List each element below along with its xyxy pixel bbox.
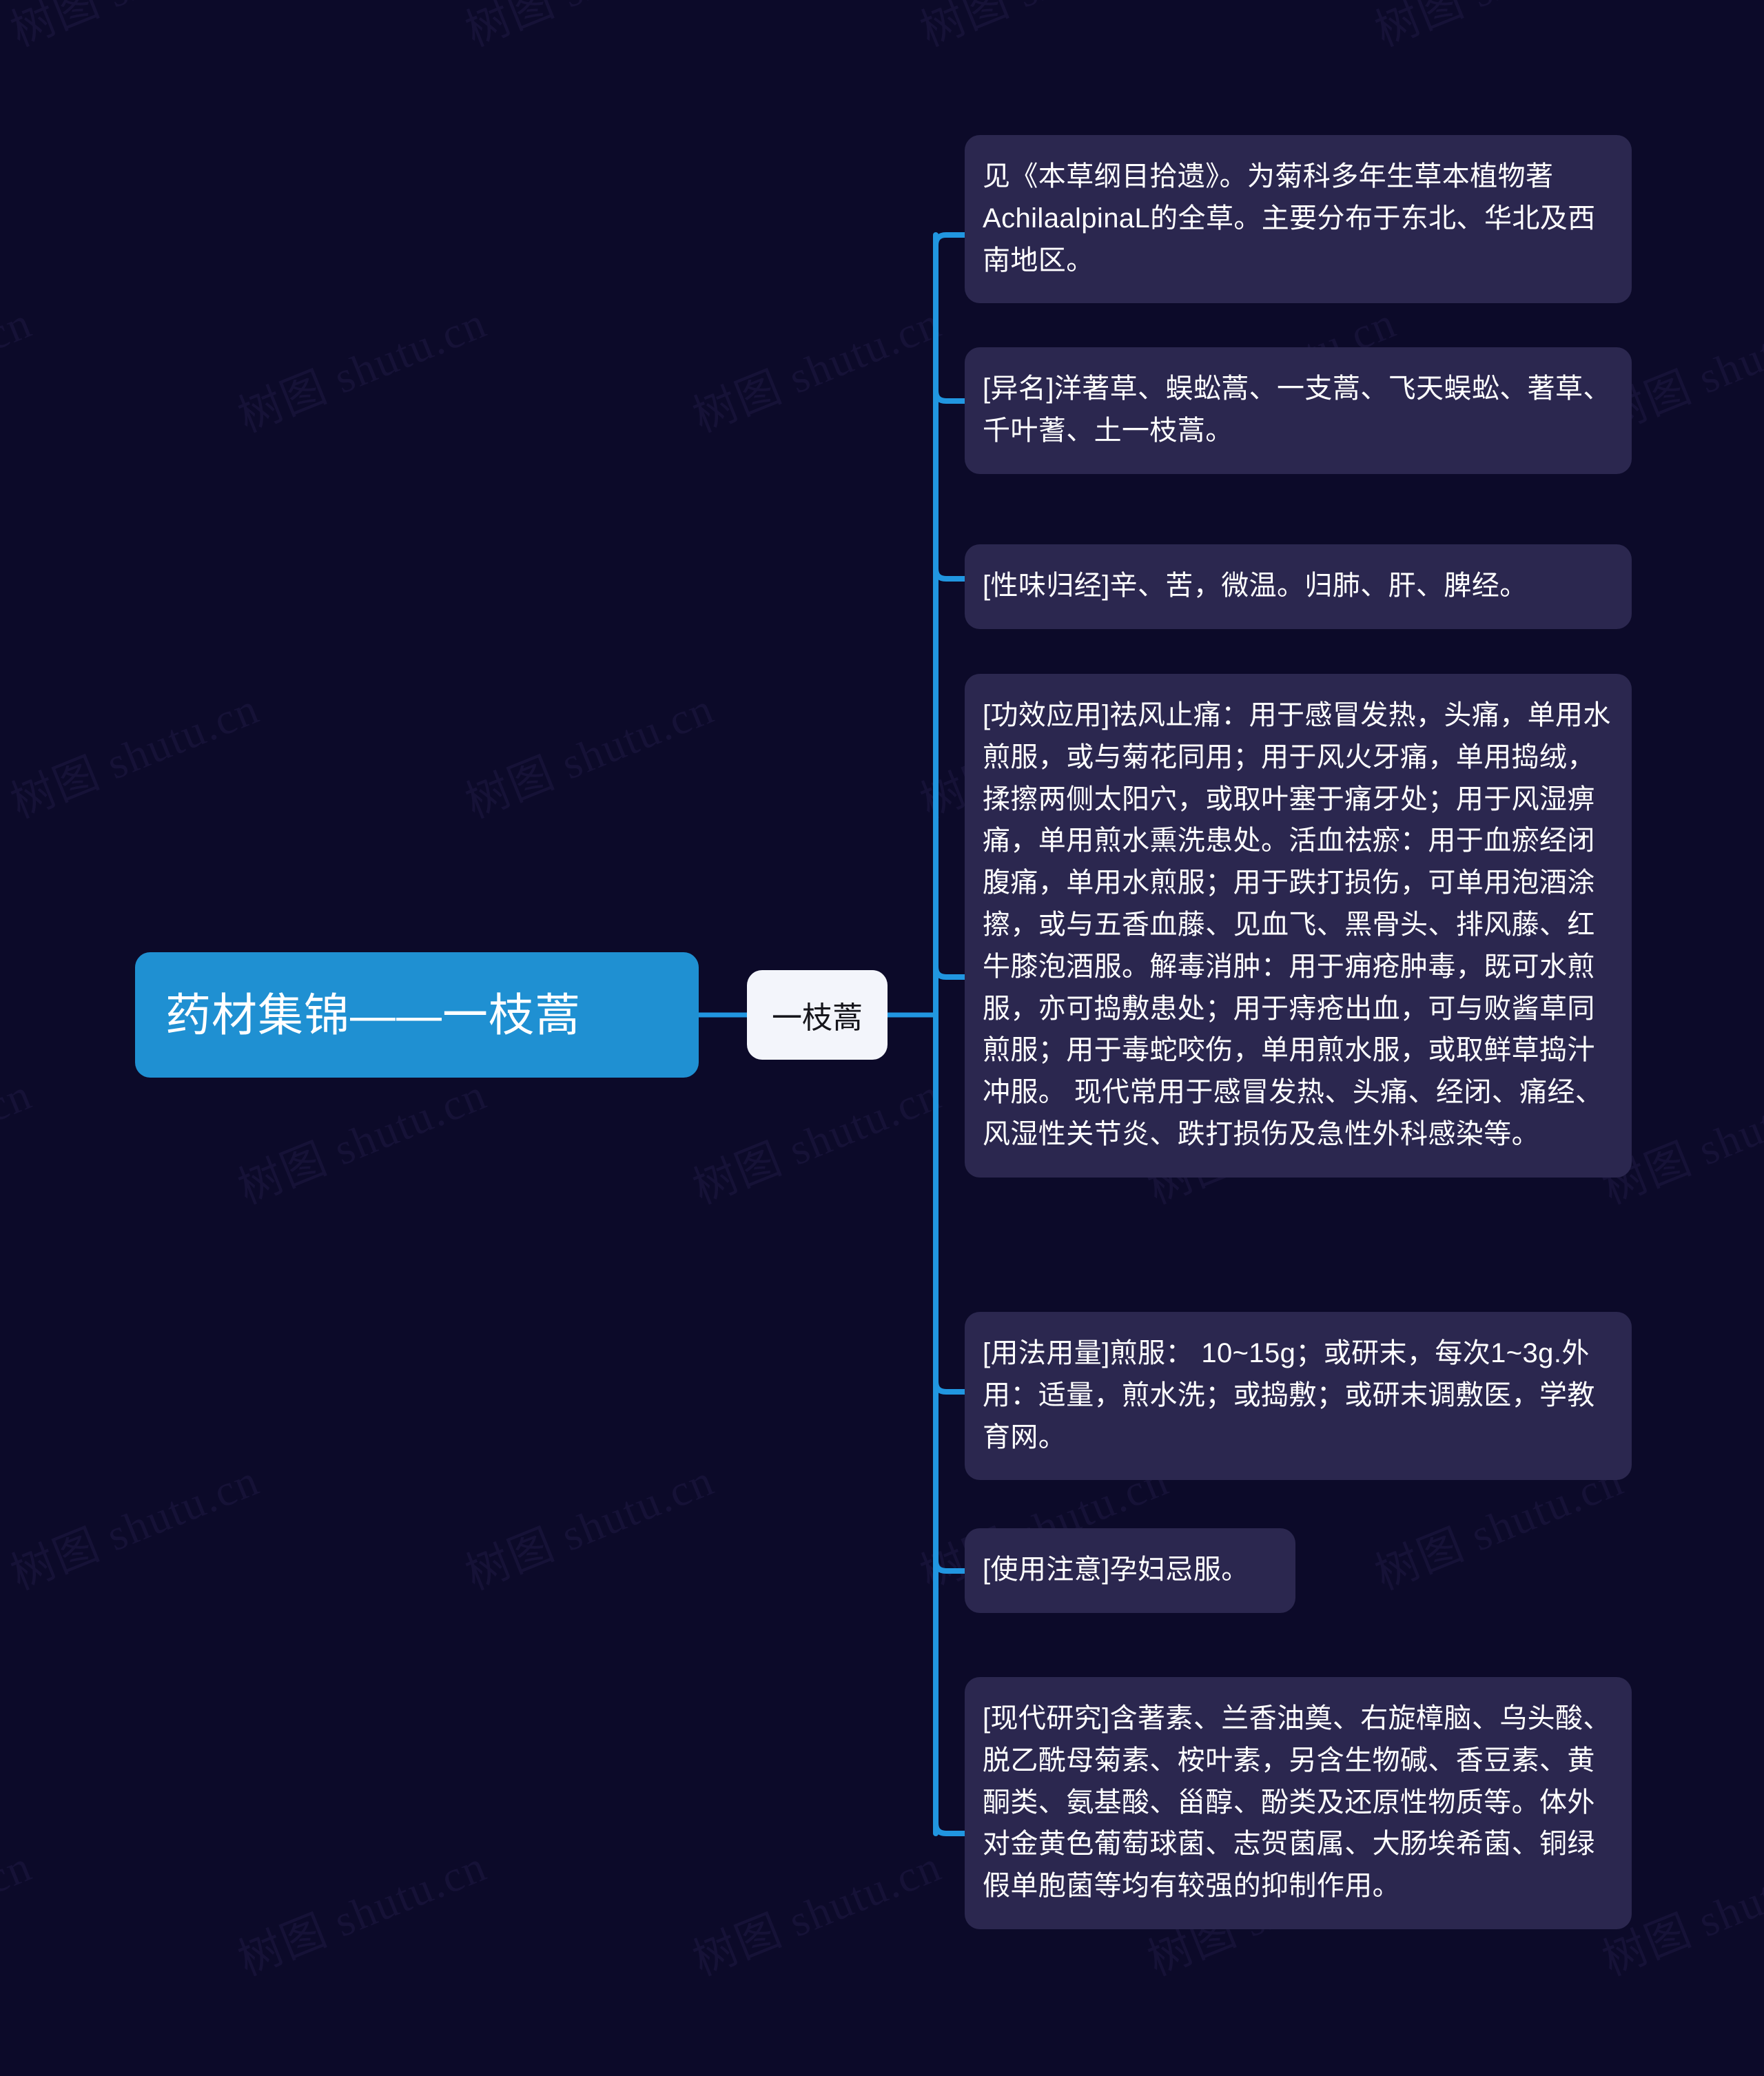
leaf-node-alias[interactable]: [异名]洋著草、蜈蚣蒿、一支蒿、飞天蜈蚣、著草、千叶蓍、土一枝蒿。 [965,347,1632,474]
watermark-text: 树图 shutu.cn [231,1069,493,1213]
root-node-label: 药材集锦——一枝蒿 [165,989,581,1040]
watermark-text: 树图 shutu.cn [1364,0,1632,59]
leaf-node-source-text: 见《本草纲目拾遗》。为菊科多年生草本植物著AchilaalpinaL的全草。主要… [983,161,1596,276]
branch-node[interactable]: 一枝蒿 [747,970,888,1060]
watermark-text: 树图 shutu.cn [458,684,721,828]
leaf-node-efficacy-application[interactable]: [功效应用]祛风止痛：用于感冒发热，头痛，单用水煎服，或与菊花同用；用于风火牙痛… [965,674,1632,1178]
watermark-text: 树图 shutu.cn [3,684,266,828]
leaf-node-nature-flavor-meridian-text: [性味归经]辛、苦，微温。归肺、肝、脾经。 [983,571,1528,601]
leaf-node-nature-flavor-meridian[interactable]: [性味归经]辛、苦，微温。归肺、肝、脾经。 [965,544,1632,629]
leaf-node-modern-research-text: [现代研究]含著素、兰香油奠、右旋樟脑、乌头酸、脱乙酰母菊素、桉叶素，另含生物碱… [983,1703,1611,1902]
watermark-text: 树图 shutu.cn [0,1841,39,1985]
watermark-text: 树图 shutu.cn [910,0,1177,59]
watermark-text: 树图 shutu.cn [231,298,493,442]
leaf-node-cautions[interactable]: [使用注意]孕妇忌服。 [965,1528,1295,1613]
leaf-node-dosage[interactable]: [用法用量]煎服： 10~15g；或研末，每次1~3g.外用：适量，煎水洗；或捣… [965,1312,1632,1481]
watermark-text: 树图 shutu.cn [455,0,722,59]
watermark-text: 树图 shutu.cn [3,1455,266,1599]
watermark-text: 树图 shutu.cn [686,298,948,442]
watermark-text: 树图 shutu.cn [686,1069,948,1213]
leaf-node-dosage-text: [用法用量]煎服： 10~15g；或研末，每次1~3g.外用：适量，煎水洗；或捣… [983,1338,1595,1452]
root-node[interactable]: 药材集锦——一枝蒿 [135,952,699,1078]
leaf-node-modern-research[interactable]: [现代研究]含著素、兰香油奠、右旋樟脑、乌头酸、脱乙酰母菊素、桉叶素，另含生物碱… [965,1677,1632,1929]
watermark-text: 树图 shutu.cn [0,0,267,59]
leaf-node-alias-text: [异名]洋著草、蜈蚣蒿、一支蒿、飞天蜈蚣、著草、千叶蓍、土一枝蒿。 [983,373,1611,446]
leaf-node-efficacy-application-text: [功效应用]祛风止痛：用于感冒发热，头痛，单用水煎服，或与菊花同用；用于风火牙痛… [983,700,1611,1149]
leaf-node-cautions-text: [使用注意]孕妇忌服。 [983,1554,1249,1585]
mindmap-canvas: 树图 shutu.cn 树图 shutu.cn 树图 shutu.cn 树图 shut… [0,0,1764,2076]
watermark-text: 树图 shutu.cn [0,1069,39,1213]
watermark-text: 树图 shutu.cn [231,1841,493,1985]
watermark-text: 树图 shutu.cn [0,298,39,442]
watermark-text: 树图 shutu.cn [458,1455,721,1599]
leaf-node-source[interactable]: 见《本草纲目拾遗》。为菊科多年生草本植物著AchilaalpinaL的全草。主要… [965,135,1632,304]
branch-node-label: 一枝蒿 [772,1001,863,1035]
watermark-text: 树图 shutu.cn [686,1841,948,1985]
